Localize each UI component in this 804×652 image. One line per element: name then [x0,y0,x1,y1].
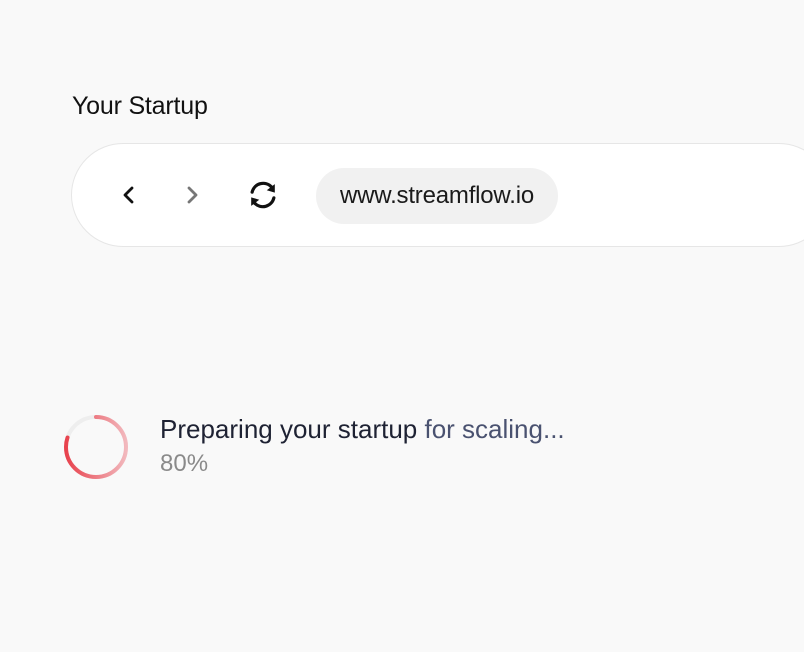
chevron-right-icon [187,186,198,204]
refresh-icon [250,181,276,209]
address-bar[interactable]: www.streamflow.io [316,168,558,224]
status-text: Preparing your startup for scaling... 80… [160,413,565,478]
browser-toolbar: www.streamflow.io [71,143,804,247]
status-message: Preparing your startup for scaling... [160,413,565,445]
chevron-left-icon [123,186,134,204]
status-message-main: Preparing your startup [160,414,418,444]
status-message-suffix: for scaling... [417,414,565,444]
page-title: Your Startup [72,92,208,120]
reload-button[interactable] [246,178,280,212]
forward-button[interactable] [175,178,209,212]
progress-percent: 80% [160,450,209,477]
loading-spinner-icon [64,415,128,479]
back-button[interactable] [112,178,146,212]
